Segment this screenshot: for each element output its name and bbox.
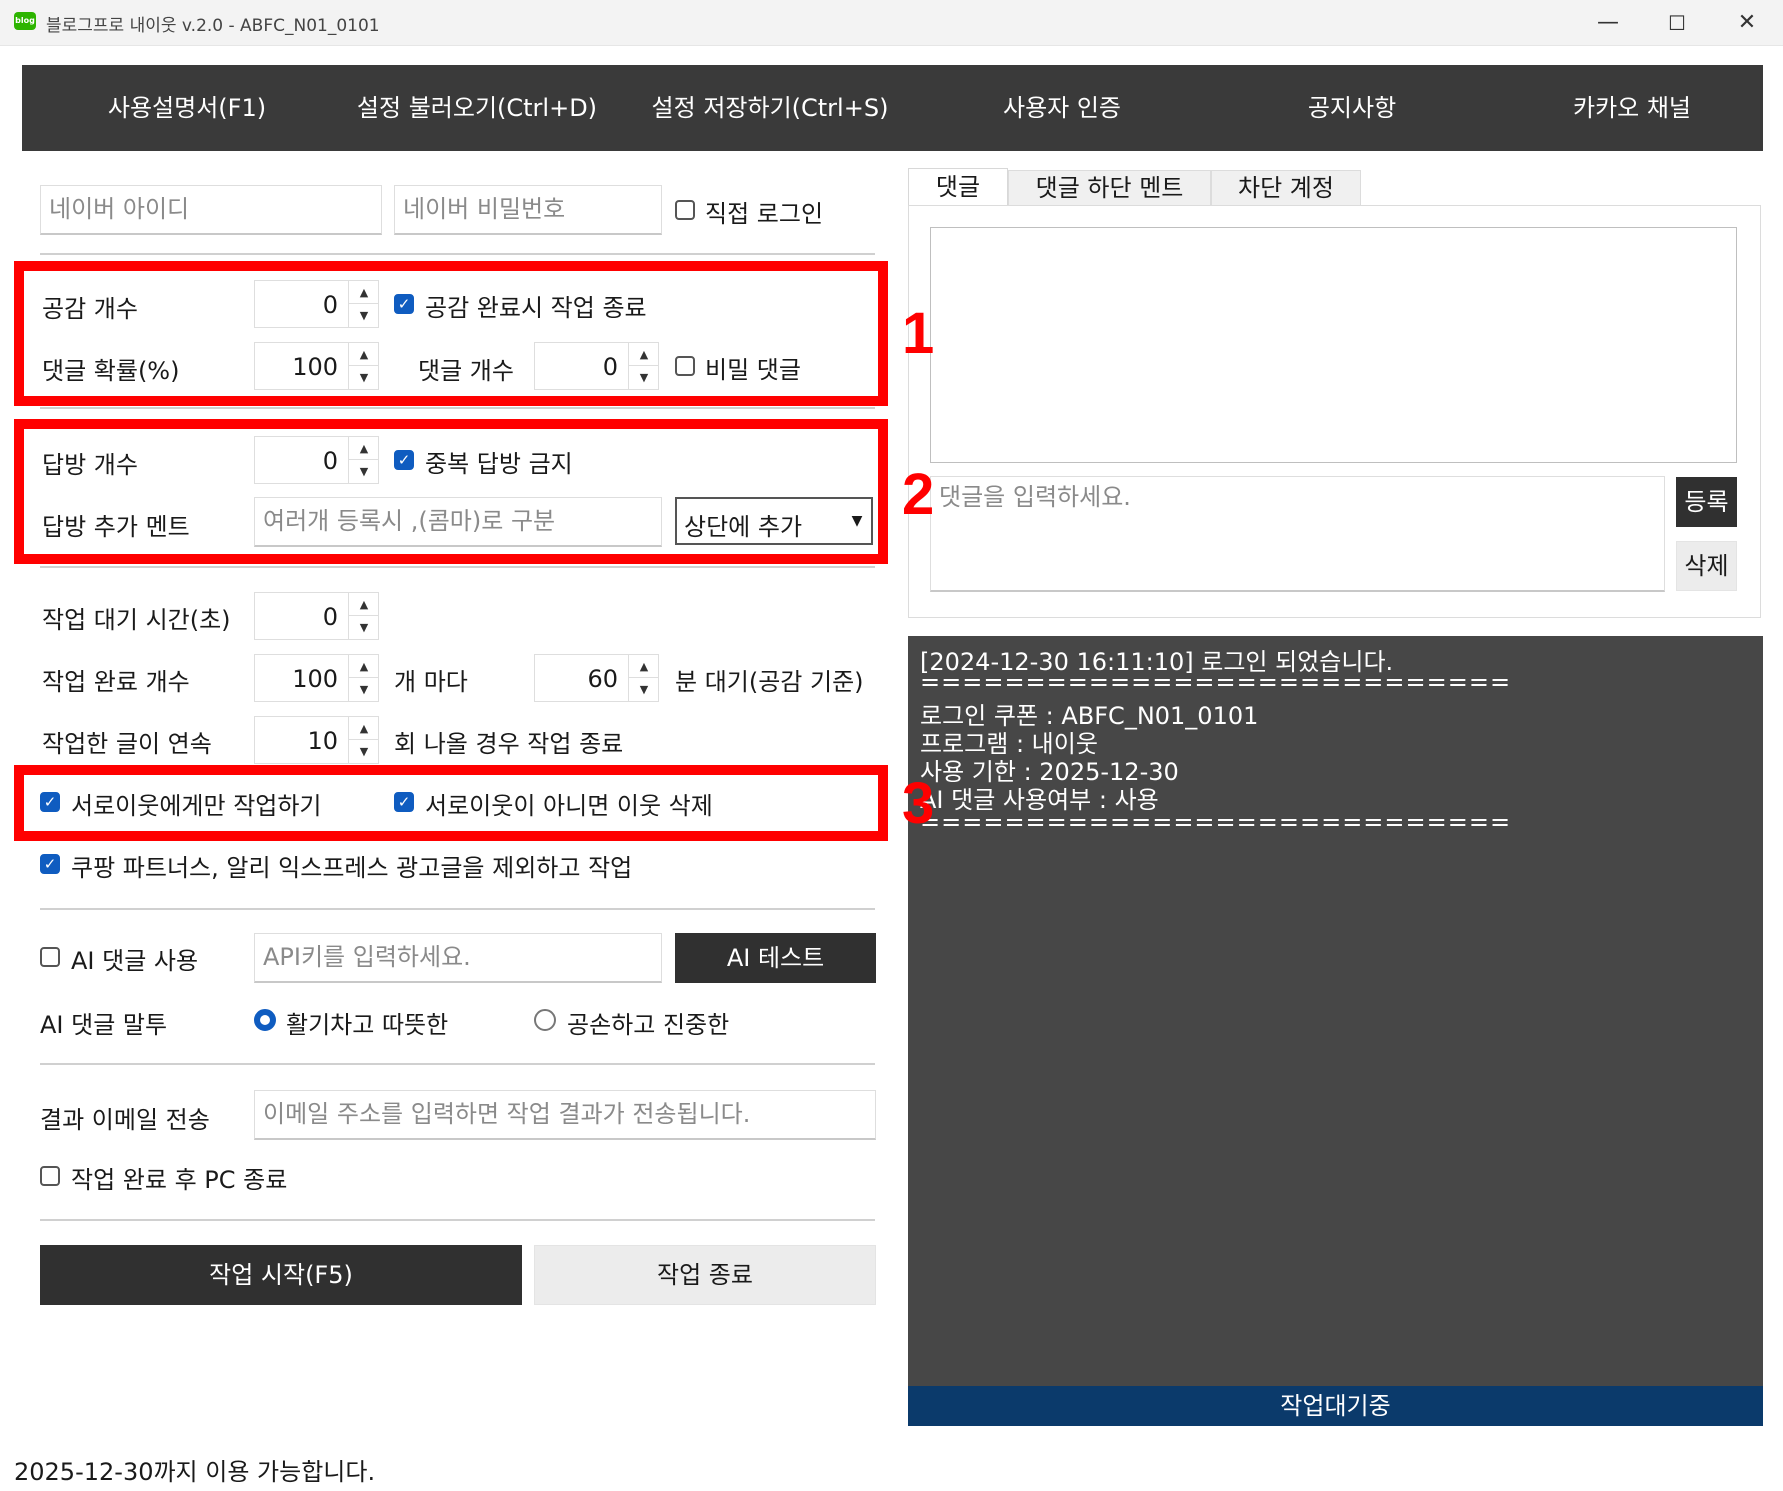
exclude-ads-label: 쿠팡 파트너스, 알리 익스프레스 광고글을 제외하고 작업 [71,854,633,882]
spinner-buttons: ▲ ▼ [348,655,379,701]
divider [40,908,875,910]
comment-list[interactable] [930,227,1737,463]
menu-user-auth[interactable]: 사용자 인증 [927,65,1197,151]
complete-count-label: 작업 완료 개수 [42,668,190,696]
annotation-box-2 [14,419,888,564]
comment-input-placeholder: 댓글을 입력하세요. [939,483,1131,511]
spin-down-icon[interactable]: ▼ [349,740,379,763]
comment-input[interactable]: 댓글을 입력하세요. [930,476,1665,592]
annotation-box-1 [14,261,888,406]
divider [40,1063,875,1065]
api-key-input[interactable]: API키를 입력하세요. [254,933,662,983]
register-button[interactable]: 등록 [1676,477,1737,527]
menu-load-settings[interactable]: 설정 불러오기(Ctrl+D) [327,65,627,151]
spin-down-icon[interactable]: ▼ [349,616,379,639]
email-label: 결과 이메일 전송 [40,1106,210,1134]
spin-up-icon[interactable]: ▲ [349,717,379,740]
pc-shutdown-label: 작업 완료 후 PC 종료 [71,1166,288,1194]
ai-comment-checkbox[interactable] [40,947,60,967]
log-line: ============================ [920,808,1512,836]
pc-shutdown-checkbox[interactable] [40,1166,60,1186]
window-title: 블로그프로 내이웃 v.2.0 - ABFC_N01_0101 [46,16,380,36]
consecutive-suffix: 회 나올 경우 작업 종료 [394,730,624,758]
tab-comment-footer-label: 댓글 하단 멘트 [1035,174,1184,202]
menu-save-settings[interactable]: 설정 저장하기(Ctrl+S) [625,65,915,151]
expiry-footer: 2025-12-30까지 이용 가능합니다. [14,1458,376,1486]
tab-blocked-label: 차단 계정 [1238,174,1334,202]
consecutive-label: 작업한 글이 연속 [42,730,212,758]
app-icon: blog [14,12,36,30]
log-line: ============================ [920,668,1512,696]
spin-up-icon[interactable]: ▲ [349,593,379,616]
divider [40,566,875,568]
title-bar: blog 블로그프로 내이웃 v.2.0 - ABFC_N01_0101 — ☐… [0,0,1783,46]
log-console[interactable]: [2024-12-30 16:11:10] 로그인 되었습니다. =======… [908,636,1763,1386]
ai-test-button[interactable]: AI 테스트 [675,933,876,983]
ai-comment-label: AI 댓글 사용 [71,947,199,975]
direct-login-checkbox[interactable] [675,200,695,220]
annotation-box-3 [14,765,888,841]
spin-up-icon[interactable]: ▲ [629,655,659,678]
wait-minutes-label: 분 대기(공감 기준) [675,668,864,696]
menu-notice[interactable]: 공지사항 [1217,65,1487,151]
stop-button[interactable]: 작업 종료 [534,1245,876,1305]
tone-lively-label: 활기차고 따뜻한 [286,1011,449,1039]
wait-time-spinner[interactable]: 0 ▲ ▼ [254,592,379,640]
spinner-buttons: ▲ ▼ [348,593,379,639]
menu-manual[interactable]: 사용설명서(F1) [62,65,312,151]
tab-comment[interactable]: 댓글 [908,168,1008,206]
naver-pw-placeholder: 네이버 비밀번호 [403,195,566,223]
start-button[interactable]: 작업 시작(F5) [40,1245,522,1305]
wait-minutes-value: 60 [587,665,618,693]
api-key-placeholder: API키를 입력하세요. [263,943,471,971]
divider [40,253,875,255]
close-button[interactable]: ✕ [1724,6,1770,40]
tone-polite-label: 공손하고 진중한 [567,1011,730,1039]
ai-tone-label: AI 댓글 말투 [40,1011,168,1039]
annotation-number-1: 1 [902,301,935,366]
wait-minutes-spinner[interactable]: 60 ▲ ▼ [534,654,659,702]
email-input[interactable]: 이메일 주소를 입력하면 작업 결과가 전송됩니다. [254,1090,876,1140]
tone-lively-radio[interactable] [254,1009,276,1031]
naver-id-placeholder: 네이버 아이디 [49,195,190,223]
naver-pw-input[interactable]: 네이버 비밀번호 [394,185,662,235]
annotation-number-2: 2 [902,462,935,527]
naver-id-input[interactable]: 네이버 아이디 [40,185,382,235]
menu-kakao-channel[interactable]: 카카오 채널 [1502,65,1762,151]
menu-bar: 사용설명서(F1) 설정 불러오기(Ctrl+D) 설정 저장하기(Ctrl+S… [22,65,1763,151]
divider [40,1219,875,1221]
maximize-button[interactable]: ☐ [1654,6,1700,40]
complete-count-spinner[interactable]: 100 ▲ ▼ [254,654,379,702]
complete-count-value: 100 [292,665,338,693]
consecutive-spinner[interactable]: 10 ▲ ▼ [254,716,379,764]
consecutive-value: 10 [307,727,338,755]
tab-blocked[interactable]: 차단 계정 [1211,170,1361,206]
direct-login-label: 직접 로그인 [705,200,824,228]
tone-polite-radio[interactable] [534,1009,556,1031]
per-count-label: 개 마다 [394,668,468,696]
spin-up-icon[interactable]: ▲ [349,655,379,678]
minimize-button[interactable]: — [1585,6,1631,40]
status-bar: 작업대기중 [908,1386,1763,1426]
wait-time-value: 0 [322,603,338,631]
annotation-number-3: 3 [902,771,935,836]
spinner-buttons: ▲ ▼ [348,717,379,763]
spinner-buttons: ▲ ▼ [628,655,659,701]
tab-comment-footer[interactable]: 댓글 하단 멘트 [1008,170,1211,206]
exclude-ads-checkbox[interactable]: ✓ [40,854,60,874]
divider [40,407,875,409]
tab-comment-label: 댓글 [935,173,981,201]
email-placeholder: 이메일 주소를 입력하면 작업 결과가 전송됩니다. [263,1100,751,1128]
spin-down-icon[interactable]: ▼ [629,678,659,701]
delete-button[interactable]: 삭제 [1676,541,1737,591]
spin-down-icon[interactable]: ▼ [349,678,379,701]
wait-time-label: 작업 대기 시간(초) [42,606,231,634]
